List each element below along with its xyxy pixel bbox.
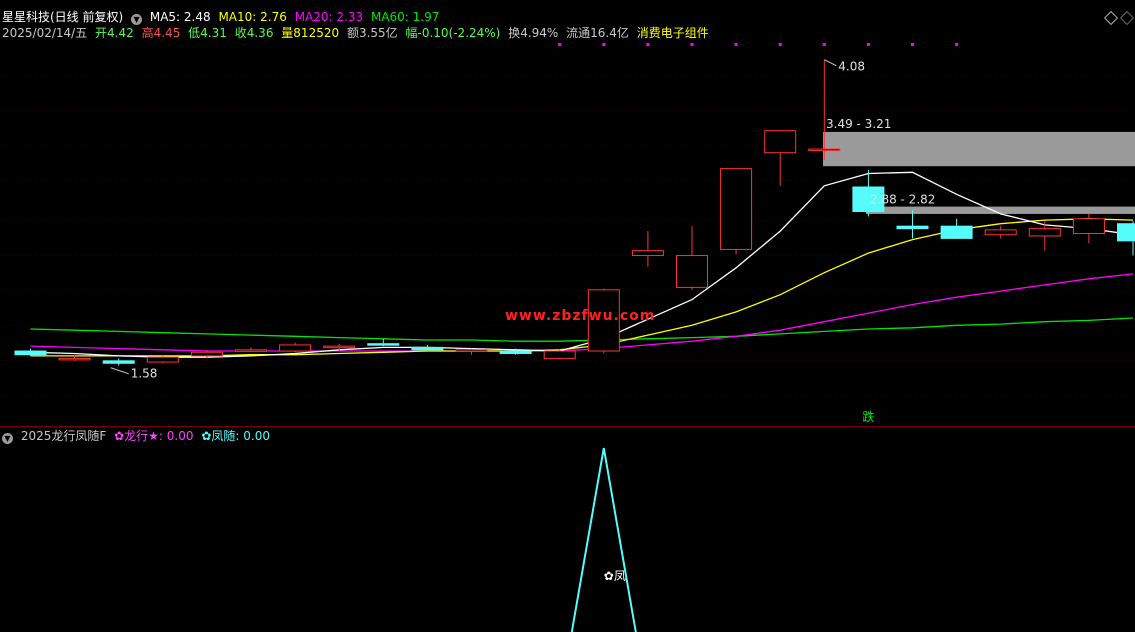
candle-20: [896, 210, 929, 239]
candle-body-1: [58, 357, 91, 361]
amount-label: 额3.55亿: [346, 26, 398, 40]
marker-dot-9: [955, 43, 959, 46]
low-label: 1.58: [131, 367, 158, 381]
high-label: 4.08: [838, 60, 865, 74]
high-label: 高4.45: [141, 26, 181, 40]
candle-2: [102, 358, 135, 366]
marker-dots: [558, 43, 959, 46]
low-pointer: [110, 367, 129, 375]
marker-dot-0: [558, 43, 562, 46]
candle-body-17: [764, 130, 797, 154]
candle-body-3: [146, 356, 179, 363]
candle-24: [1072, 213, 1105, 244]
candle-body-20: [896, 225, 929, 230]
marker-dot-5: [778, 43, 782, 46]
candle-body-15: [676, 255, 708, 288]
open-label: 开4.42: [95, 26, 134, 40]
candle-9: [411, 344, 444, 352]
annotations: 4.08 1.58 3.49 - 3.21 2.88 - 2.82 跌: [110, 59, 935, 424]
close-label: 收4.36: [234, 26, 274, 40]
candle-25: [1117, 221, 1135, 256]
candle-8: [367, 338, 400, 347]
indicator-header: ▼ 2025龙行凤随F ✿龙行★: 0.00 ✿凤随: 0.00: [2, 429, 274, 444]
candle-body-18: [808, 148, 841, 152]
candle-body-24: [1072, 218, 1105, 235]
marker-dot-4: [734, 43, 738, 46]
marker-dot-6: [822, 43, 826, 46]
resistance-zone-2: [866, 206, 1135, 214]
sell-signal-label: 跌: [862, 409, 874, 424]
stock-name[interactable]: 星星科技(日线 前复权): [2, 10, 123, 24]
marker-dot-3: [690, 43, 694, 46]
header-row-1: 星星科技(日线 前复权) ▼ MA5: 2.48 MA10: 2.76 MA20…: [2, 10, 443, 25]
candle-17: [764, 130, 797, 186]
candle-body-4: [190, 351, 223, 357]
header-row-2: 2025/02/14/五 开4.42 高4.45 低4.31 收4.36 量81…: [2, 26, 713, 40]
candle-body-14: [631, 250, 664, 257]
candle-body-9: [411, 346, 444, 351]
chevron-down-icon[interactable]: ▼: [131, 14, 143, 25]
volume-label: 量812520: [281, 26, 340, 40]
candle-body-6: [279, 344, 312, 352]
watermark: www.zbzfwu.com: [505, 308, 656, 324]
marker-dot-1: [602, 43, 606, 46]
ma5-label: MA5: 2.48: [149, 10, 211, 24]
candle-21: [940, 218, 973, 239]
zone2-label: 2.88 - 2.82: [870, 193, 935, 207]
candle-12: [543, 349, 576, 360]
candle-body-16: [720, 168, 753, 250]
candle-16: [720, 168, 753, 255]
ma20-label: MA20: 2.33: [294, 10, 364, 24]
candle-body-22: [984, 229, 1017, 236]
indicator-marker-label: ✿凤: [604, 569, 626, 583]
marker-dot-2: [646, 43, 650, 46]
sector-label[interactable]: 消费电子组件: [637, 26, 709, 40]
ma-lines: [30, 171, 1134, 358]
candle-body-12: [543, 350, 576, 359]
candle-6: [279, 342, 312, 353]
candle-10: [455, 348, 488, 355]
candle-body-8: [367, 343, 400, 346]
feng-label: ✿凤随: 0.00: [201, 429, 270, 443]
indicator-panel: ✿凤: [570, 447, 637, 632]
ma60-label: MA60: 1.97: [370, 10, 440, 24]
candle-body-0: [14, 350, 47, 356]
ma10-line: [30, 218, 1134, 357]
candle-body-25: [1117, 223, 1135, 242]
candle-3: [146, 355, 179, 364]
candle-body-5: [235, 349, 267, 352]
date-label: 2025/02/14/五: [2, 26, 88, 40]
turnover-label: 换4.94%: [508, 26, 559, 40]
resistance-zone-1: [823, 131, 1135, 167]
candle-body-21: [940, 225, 973, 239]
marker-dot-8: [911, 43, 914, 46]
high-pointer: [824, 59, 837, 67]
candle-body-10: [455, 349, 488, 352]
candle-0: [14, 348, 47, 356]
zone1-label: 3.49 - 3.21: [826, 117, 891, 131]
ma10-label: MA10: 2.76: [218, 10, 287, 24]
candle-7: [323, 343, 356, 352]
candle-body-11: [499, 350, 532, 354]
candle-body-2: [102, 360, 135, 364]
marker-dot-7: [866, 43, 870, 46]
candle-5: [235, 347, 267, 353]
change-label: 幅-0.10(-2.24%): [405, 26, 501, 40]
candle-22: [984, 226, 1017, 239]
candle-body-7: [323, 345, 356, 349]
ma5-line: [30, 171, 1134, 358]
candle-15: [676, 226, 708, 290]
indicator-spike-line: [570, 447, 637, 632]
chevron-down-icon[interactable]: ▼: [2, 433, 13, 444]
candle-14: [631, 231, 664, 267]
indicator-title[interactable]: 2025龙行凤随F: [21, 429, 106, 443]
low-label: 低4.31: [188, 26, 227, 40]
long-label: ✿龙行★: 0.00: [114, 429, 194, 443]
candle-body-23: [1028, 228, 1061, 237]
float-label: 流通16.4亿: [566, 26, 629, 40]
